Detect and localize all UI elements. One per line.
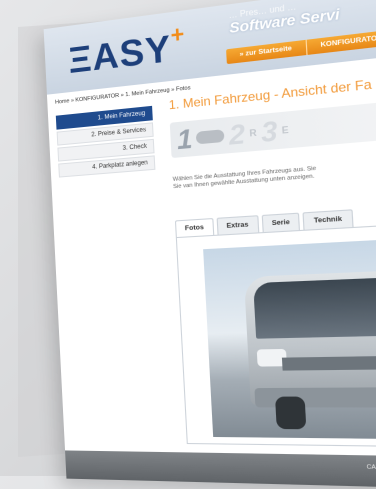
site-footer: CARMANO Software — [65, 450, 376, 489]
easy-logo[interactable]: ΞASY+ — [67, 21, 188, 82]
nav-item-konfigurator[interactable]: KONFIGURATOR — [305, 28, 376, 56]
description: Wählen Sie die Ausstattung Ihres Fahrzeu… — [173, 155, 376, 191]
step-2-label: R — [249, 127, 257, 139]
step-3-label: E — [281, 124, 289, 136]
step-2-number[interactable]: 2 — [228, 117, 246, 151]
website-page: ΞASY+ … Pres… und … Software Servi » zur… — [43, 0, 376, 489]
tab-panel-fotos — [175, 221, 376, 448]
van-bumper-shape — [254, 386, 376, 408]
step-3-number[interactable]: 3 — [260, 114, 278, 149]
logo-plus: + — [169, 20, 186, 49]
nav-item-startseite[interactable]: » zur Startseite — [226, 40, 306, 64]
van-grille-shape — [281, 354, 376, 371]
step-1-number[interactable]: 1 — [176, 122, 193, 156]
footer-text: CARMANO Software — [366, 464, 376, 472]
vehicle-photo[interactable] — [203, 235, 376, 440]
logo-text: ΞASY — [67, 26, 173, 82]
car-icon — [196, 129, 226, 145]
van-windshield-shape — [253, 273, 376, 339]
van-wheel-shape — [274, 396, 307, 430]
main-content: 1. Mein Fahrzeug - Ansicht der Fa 1 2 R … — [168, 69, 376, 191]
sidebar: 1. Mein Fahrzeug 2. Preise & Services 3.… — [55, 105, 156, 180]
